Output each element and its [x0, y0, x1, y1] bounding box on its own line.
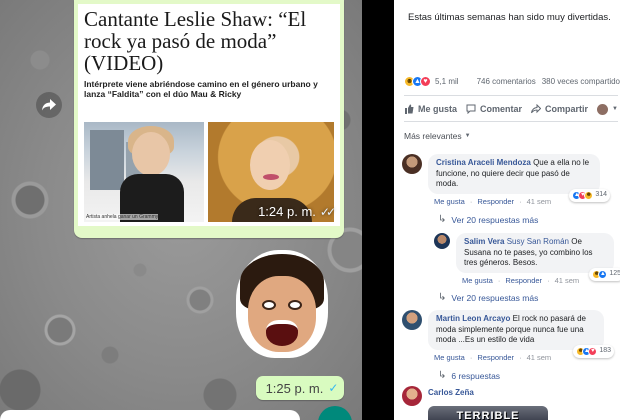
share-button[interactable]: Compartir: [531, 104, 588, 114]
comment-reactions[interactable]: ☻ ▲ 125: [589, 268, 620, 281]
comment-author[interactable]: Carlos Zeña: [428, 388, 474, 397]
avatar[interactable]: [434, 233, 450, 249]
comment-item: Cristina Araceli Mendoza Que a ella no l…: [402, 154, 610, 206]
view-replies-label: Ver 20 respuestas más: [451, 292, 539, 303]
share-icon: [531, 104, 542, 114]
divider-line: [404, 95, 618, 96]
comment-reply-link[interactable]: Responder: [477, 197, 514, 206]
comment-author[interactable]: Cristina Araceli Mendoza: [436, 158, 531, 167]
comment-reactions[interactable]: ▲ ♥ ☻ 314: [569, 189, 610, 202]
comment-bubble: Cristina Araceli Mendoza Que a ella no l…: [428, 154, 610, 202]
reply-arrow-icon: ↳: [438, 214, 447, 225]
article-message-bubble[interactable]: Cantante Leslie Shaw: “El rock ya pasó d…: [74, 0, 344, 238]
comment-reaction-count: 125: [609, 270, 620, 277]
audience-selector[interactable]: ▼: [597, 103, 618, 115]
article-time-text: 1:24 p. m.: [258, 204, 316, 219]
comment-like-link[interactable]: Me gusta: [462, 276, 493, 285]
comment-author[interactable]: Salim Vera: [464, 237, 504, 246]
chevron-down-icon: ▼: [612, 106, 618, 112]
view-replies-label: 6 respuestas: [451, 370, 501, 381]
shares-count[interactable]: 380 veces compartido: [542, 77, 620, 86]
comment-reply-link[interactable]: Responder: [505, 276, 542, 285]
reaction-icons[interactable]: ☻ ▲ ♥: [404, 76, 431, 87]
post-actions: Me gusta Comentar Compartir ▼: [404, 101, 618, 117]
comment-reactions[interactable]: ☻ ▲ ♥ 183: [573, 345, 614, 358]
article-photo-left: Artista anhela ganar un Grammy: [84, 122, 204, 222]
comment-item: Salim Vera Susy San Román Oe Susana no t…: [434, 233, 620, 285]
chat-panel: Cantante Leslie Shaw: “El rock ya pasó d…: [0, 0, 362, 420]
divider-line: [404, 121, 618, 122]
love-icon: ♥: [588, 346, 598, 356]
comment-item: Carlos Zeña: [402, 386, 474, 406]
share-arrow-icon[interactable]: [36, 92, 62, 118]
comment-like-link[interactable]: Me gusta: [434, 353, 465, 362]
love-icon: ♥: [420, 76, 431, 87]
message-input-bar[interactable]: [0, 410, 300, 420]
double-check-icon: ✓: [328, 381, 338, 395]
comment-age[interactable]: 41 sem: [555, 276, 580, 285]
chevron-down-icon: ▼: [464, 133, 471, 139]
double-check-icon: ✓✓: [319, 204, 336, 219]
mic-button[interactable]: [318, 406, 352, 420]
view-replies-link[interactable]: ↳ 6 respuestas: [438, 370, 500, 381]
comment-age[interactable]: 41 sem: [527, 353, 552, 362]
like-button-label: Me gusta: [418, 104, 458, 114]
sticker-face-image[interactable]: [236, 250, 328, 358]
user-avatar: [597, 103, 609, 115]
comment-like-link[interactable]: Me gusta: [434, 197, 465, 206]
like-icon: ▲: [598, 269, 608, 279]
like-button[interactable]: Me gusta: [404, 104, 457, 114]
thumbs-up-icon: [405, 104, 414, 114]
reactions-count[interactable]: 5,1 mil: [435, 77, 459, 86]
comment-sort-label: Más relevantes: [404, 131, 462, 141]
comment-author[interactable]: Martin Leon Arcayo: [436, 314, 510, 323]
view-replies-link[interactable]: ↳ Ver 20 respuestas más: [438, 292, 538, 303]
facebook-post-panel: Estas últimas semanas han sido muy diver…: [394, 0, 620, 420]
avatar[interactable]: [402, 386, 422, 406]
article-subheadline: Intérprete viene abriéndose camino en el…: [84, 79, 318, 99]
comment-button[interactable]: Comentar: [466, 104, 522, 114]
comment-bubble: Martin Leon Arcayo El rock no pasará de …: [428, 310, 614, 358]
time-message-bubble[interactable]: 1:25 p. m. ✓: [256, 376, 344, 400]
comment-reply-link[interactable]: Responder: [477, 353, 514, 362]
comment-sort-dropdown[interactable]: Más relevantes ▼: [404, 131, 471, 141]
comment-reaction-count: 183: [599, 347, 611, 354]
view-replies-link[interactable]: ↳ Ver 20 respuestas más: [438, 214, 538, 225]
comment-mention[interactable]: Susy San Román: [507, 237, 569, 246]
comment-button-label: Comentar: [480, 104, 523, 114]
panel-divider: [362, 0, 394, 420]
comment-age[interactable]: 41 sem: [527, 197, 552, 206]
post-text: Estas últimas semanas han sido muy diver…: [408, 12, 611, 23]
avatar[interactable]: [402, 310, 422, 330]
reply-time-text: 1:25 p. m.: [265, 380, 324, 396]
comment-gif[interactable]: TERRIBLE: [428, 406, 548, 420]
comment-item: Martin Leon Arcayo El rock no pasará de …: [402, 310, 614, 362]
reply-arrow-icon: ↳: [438, 292, 447, 303]
avatar[interactable]: [402, 154, 422, 174]
photo-caption: Artista anhela ganar un Grammy: [86, 214, 159, 220]
gif-text: TERRIBLE: [456, 410, 520, 420]
haha-icon: ☻: [584, 190, 594, 200]
article-headline: Cantante Leslie Shaw: “El rock ya pasó d…: [84, 7, 307, 75]
view-replies-label: Ver 20 respuestas más: [451, 214, 539, 225]
article-preview-card[interactable]: Cantante Leslie Shaw: “El rock ya pasó d…: [78, 4, 340, 226]
post-stats: ☻ ▲ ♥ 5,1 mil 746 comentarios 380 veces …: [404, 76, 620, 87]
article-message-time: 1:24 p. m. ✓✓: [258, 204, 336, 219]
comment-bubble: Salim Vera Susy San Román Oe Susana no t…: [456, 233, 620, 281]
comment-reaction-count: 314: [595, 191, 607, 198]
comment-bubble-icon: [466, 104, 476, 114]
comments-count[interactable]: 746 comentarios: [477, 77, 536, 86]
share-button-label: Compartir: [545, 104, 589, 114]
reply-arrow-icon: ↳: [438, 370, 447, 381]
